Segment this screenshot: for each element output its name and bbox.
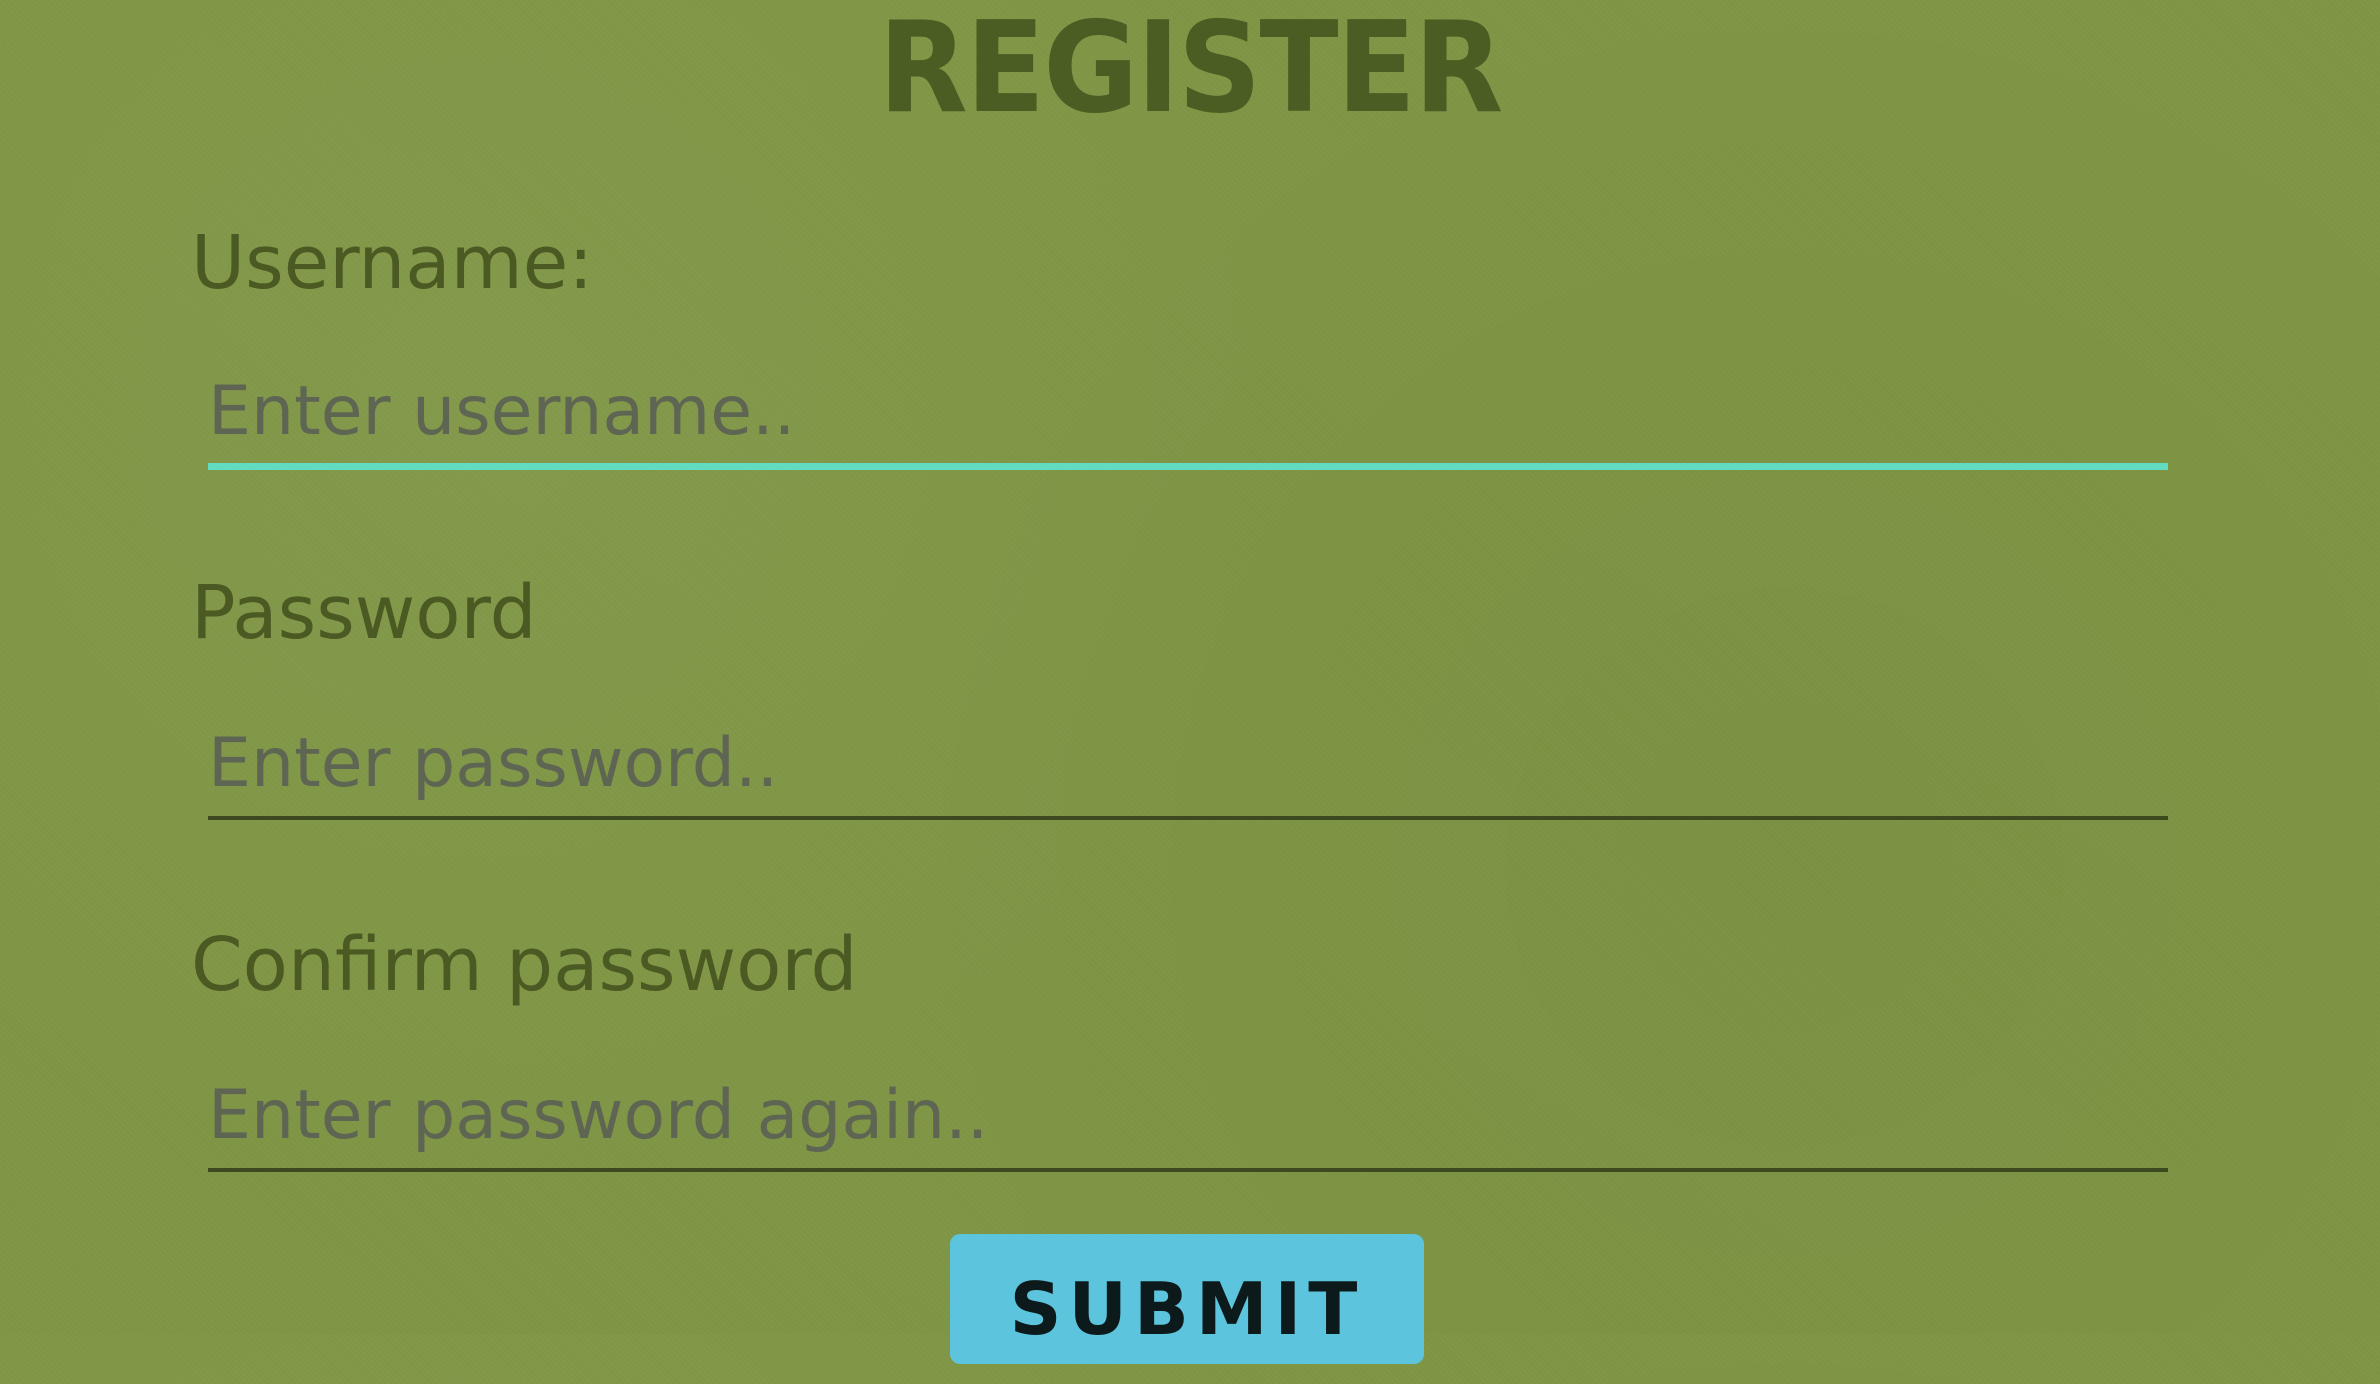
username-input[interactable] — [208, 360, 2168, 470]
password-label: Password — [191, 570, 537, 656]
page-title: REGISTER — [878, 0, 1503, 141]
username-label: Username: — [191, 220, 594, 306]
password-input[interactable] — [208, 710, 2168, 820]
confirm-password-input[interactable] — [208, 1062, 2168, 1172]
submit-button[interactable]: SUBMIT — [950, 1234, 1424, 1364]
confirm-password-label: Confirm password — [191, 922, 858, 1008]
